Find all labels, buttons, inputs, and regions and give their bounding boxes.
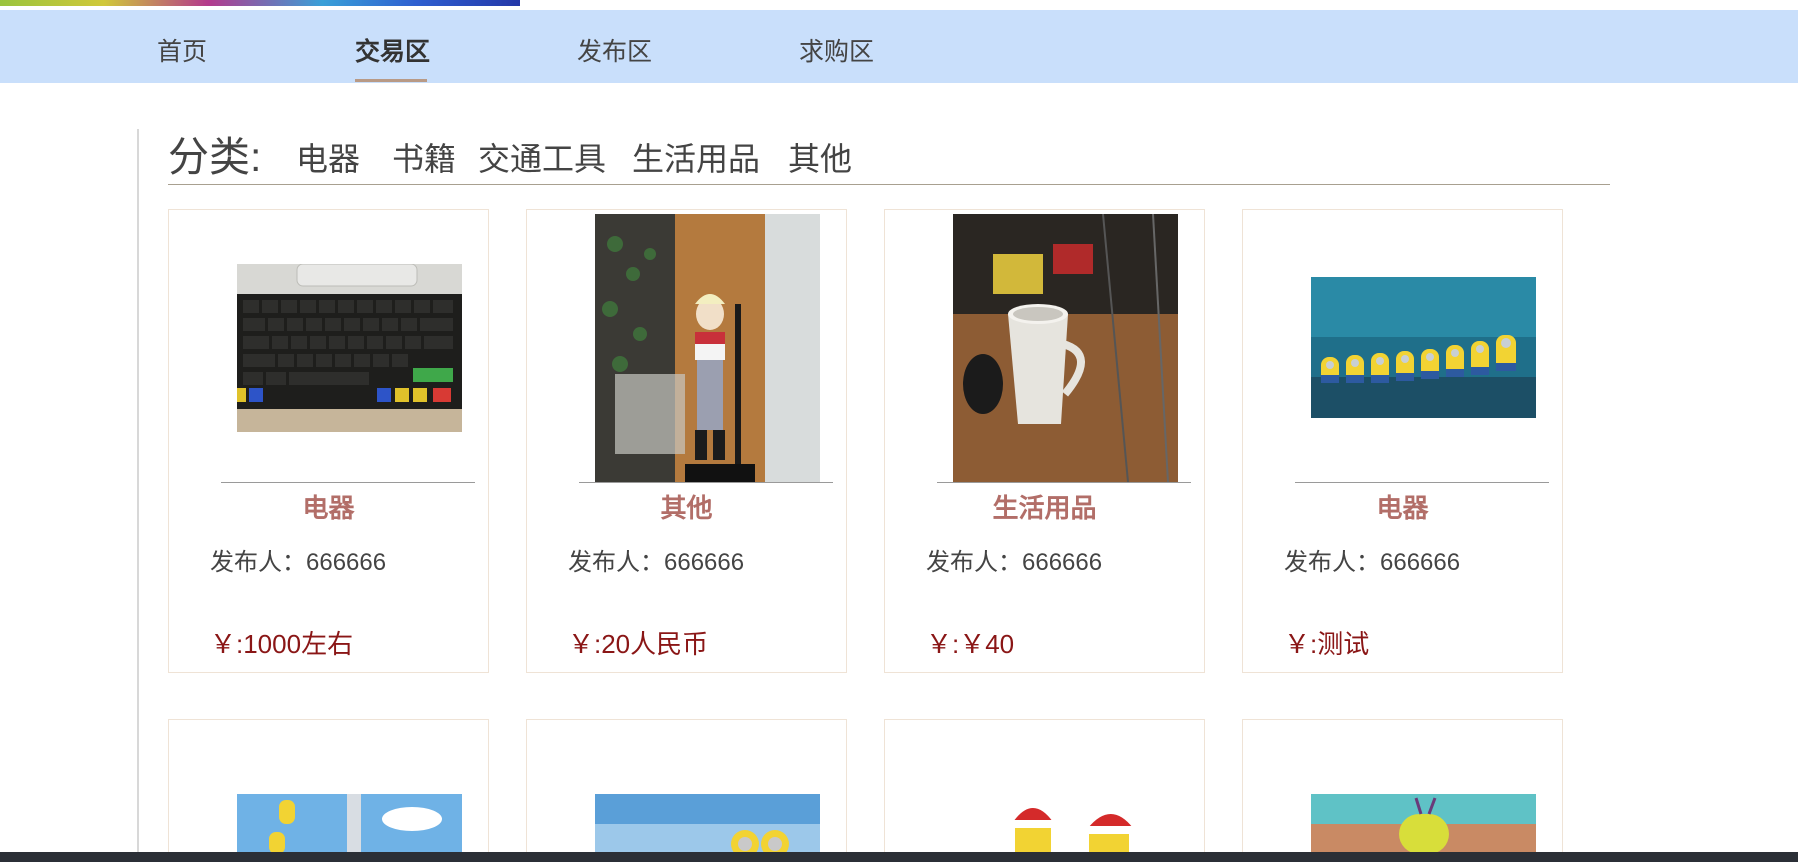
header-banner-image	[0, 0, 520, 6]
product-publisher: 发布人：666666	[210, 549, 387, 576]
product-publisher: 发布人：666666	[568, 549, 745, 576]
nav-item-wanted[interactable]: 求购区	[799, 37, 874, 67]
category-label: 分类:	[168, 134, 262, 180]
product-card[interactable]: 其他 发布人：666666 ￥:20人民币	[526, 209, 847, 673]
product-card[interactable]: 电器 发布人：666666 ￥:测试	[1242, 209, 1563, 673]
category-transport[interactable]: 交通工具	[478, 140, 606, 178]
product-card[interactable]	[1242, 719, 1563, 862]
product-card[interactable]	[526, 719, 847, 862]
product-image[interactable]	[953, 794, 1178, 854]
product-image[interactable]	[595, 794, 820, 854]
product-image[interactable]	[237, 794, 462, 854]
product-image[interactable]	[953, 214, 1178, 482]
top-strip	[0, 0, 1798, 10]
product-publisher: 发布人：666666	[1284, 549, 1461, 576]
product-card[interactable]: 生活用品 发布人：666666 ￥:￥40	[884, 209, 1205, 673]
card-divider	[1295, 482, 1549, 483]
category-bar: 分类: 电器 书籍 交通工具 生活用品 其他	[168, 128, 1610, 185]
category-daily-goods[interactable]: 生活用品	[632, 140, 760, 178]
nav-active-indicator	[355, 79, 427, 82]
card-divider	[221, 482, 475, 483]
product-image[interactable]	[595, 214, 820, 482]
product-category: 其他	[660, 493, 713, 523]
taskbar	[0, 852, 1798, 862]
category-other[interactable]: 其他	[788, 140, 852, 178]
card-divider	[579, 482, 833, 483]
product-category: 生活用品	[992, 493, 1097, 523]
card-divider	[937, 482, 1191, 483]
nav-item-publish[interactable]: 发布区	[577, 37, 652, 67]
category-books[interactable]: 书籍	[392, 140, 456, 178]
product-price: ￥:1000左右	[210, 629, 354, 659]
product-image[interactable]	[1311, 794, 1536, 854]
main-nav: 首页 交易区 发布区 求购区	[0, 10, 1798, 83]
product-category: 电器	[302, 493, 355, 523]
product-card[interactable]: 电器 发布人：666666 ￥:1000左右	[168, 209, 489, 673]
product-card[interactable]	[884, 719, 1205, 862]
nav-item-trade[interactable]: 交易区	[355, 37, 430, 67]
product-price: ￥:测试	[1284, 629, 1370, 659]
category-electronics[interactable]: 电器	[296, 140, 360, 178]
product-image[interactable]	[1311, 277, 1536, 418]
left-divider	[137, 129, 139, 862]
product-publisher: 发布人：666666	[926, 549, 1103, 576]
product-price: ￥:￥40	[926, 629, 1015, 659]
product-image[interactable]	[237, 264, 462, 432]
product-price: ￥:20人民币	[568, 629, 709, 659]
product-category: 电器	[1376, 493, 1429, 523]
nav-item-home[interactable]: 首页	[157, 37, 207, 67]
product-card[interactable]	[168, 719, 489, 862]
